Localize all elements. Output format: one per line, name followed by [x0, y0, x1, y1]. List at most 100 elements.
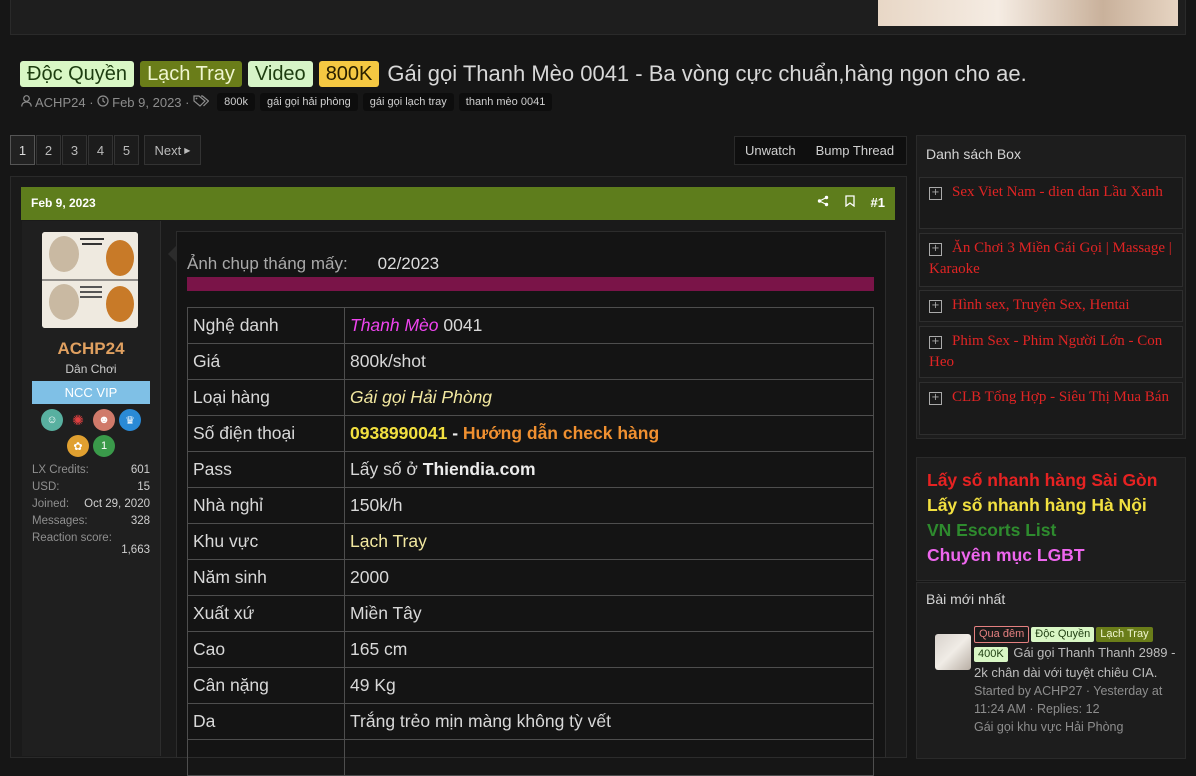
- info-table: Nghệ danh Thanh Mèo 0041 Giá 800k/shot Loạ…: [187, 307, 874, 776]
- label-lach-tray[interactable]: Lạch Tray: [140, 61, 242, 87]
- box-list-widget: Danh sách Box + Sex Viet Nam - dien dan L…: [916, 135, 1186, 439]
- avatar[interactable]: [42, 232, 138, 328]
- page-3[interactable]: 3: [62, 135, 87, 165]
- bump-thread-button[interactable]: Bump Thread: [806, 143, 905, 158]
- thread-date[interactable]: Feb 9, 2023: [112, 95, 181, 110]
- chevron-right-icon: ▶: [184, 145, 191, 155]
- user-block: ACHP24 Dân Chơi NCC VIP ☺ ✺ ☻ ♛ ✿ 1 LX C…: [22, 221, 161, 756]
- expand-icon[interactable]: +: [929, 392, 942, 405]
- table-row: Số điện thoại 0938990041 - Hướng dẫn chec…: [187, 415, 874, 452]
- label-doc-quyen[interactable]: Độc Quyền: [20, 61, 135, 87]
- photo-question: Ảnh chụp tháng mấy:: [187, 254, 348, 273]
- box-item[interactable]: + CLB Tổng Hợp - Siêu Thị Mua Bán: [919, 382, 1183, 435]
- pagination: 1 2 3 4 5 Next ▶: [10, 135, 202, 165]
- user-title: Dân Chơi: [65, 362, 117, 376]
- expand-icon[interactable]: +: [929, 187, 942, 200]
- link-hanoi[interactable]: Lấy số nhanh hàng Hà Nội: [927, 495, 1147, 516]
- page-2[interactable]: 2: [36, 135, 61, 165]
- expand-icon[interactable]: +: [929, 300, 942, 313]
- table-row: Giá 800k/shot: [187, 343, 874, 380]
- expand-icon[interactable]: +: [929, 243, 942, 256]
- new-post-item: Qua đêm Độc Quyền Lạch Tray 400K Gái gọi T…: [974, 623, 1179, 736]
- link-saigon[interactable]: Lấy số nhanh hàng Sài Gòn: [927, 470, 1157, 491]
- trophy-icon[interactable]: ☻: [93, 409, 115, 431]
- post-number[interactable]: #1: [871, 195, 885, 210]
- table-row: Cao 165 cm: [187, 631, 874, 668]
- username[interactable]: ACHP24: [22, 339, 160, 359]
- tag[interactable]: 800k: [217, 93, 255, 111]
- new-posts-widget: Bài mới nhất Qua đêm Độc Quyền Lạch Tray 4…: [916, 582, 1186, 759]
- table-row: Nghệ danh Thanh Mèo 0041: [187, 307, 874, 344]
- widget-title: Danh sách Box: [926, 146, 1021, 162]
- divider-bar: [187, 277, 874, 291]
- banner-image[interactable]: [878, 0, 1178, 26]
- user-stats: LX Credits: 601 USD: 15 Joined: Oct 29, 202…: [32, 464, 150, 556]
- label-price[interactable]: 800K: [318, 61, 380, 87]
- clock-icon: [97, 94, 109, 110]
- thread-meta: ACHP24 · Feb 9, 2023 · 800k gái gọi hải …: [20, 93, 553, 111]
- check-guide-link[interactable]: Hướng dẫn check hàng: [463, 423, 659, 443]
- box-item[interactable]: + Sex Viet Nam - dien dan Lầu Xanh: [919, 177, 1183, 229]
- next-label: Next: [154, 142, 182, 158]
- post-date[interactable]: Feb 9, 2023: [31, 196, 96, 210]
- expand-icon[interactable]: +: [929, 336, 942, 349]
- table-row: Da Trắng trẻo mịn màng không tỳ vết: [187, 703, 874, 740]
- trophy-icon[interactable]: 1: [93, 435, 115, 457]
- trophy-icon[interactable]: ✿: [67, 435, 89, 457]
- quick-links-widget: Lấy số nhanh hàng Sài Gòn Lấy số nhanh h…: [916, 457, 1186, 581]
- box-item[interactable]: + Phim Sex - Phim Người Lớn - Con Heo: [919, 326, 1183, 378]
- tag[interactable]: thanh mèo 0041: [458, 93, 553, 111]
- site-link[interactable]: Thiendia.com: [423, 459, 536, 479]
- table-row: [187, 739, 874, 776]
- vip-badge: NCC VIP: [32, 381, 150, 404]
- thread-author[interactable]: ACHP24: [35, 95, 86, 110]
- tag[interactable]: gái gọi hải phòng: [259, 93, 358, 111]
- trophy-icon[interactable]: ✺: [67, 409, 89, 431]
- link-escorts[interactable]: VN Escorts List: [927, 520, 1056, 541]
- photo-date-row: Ảnh chụp tháng mấy: 02/2023: [187, 254, 439, 274]
- table-row: Pass Lấy số ở Thiendia.com: [187, 451, 874, 488]
- label-video[interactable]: Video: [247, 61, 313, 87]
- tags-icon: [193, 94, 210, 110]
- user-icon: [20, 94, 32, 110]
- top-bar: [10, 0, 1186, 35]
- thread-title: Gái gọi Thanh Mèo 0041 - Ba vòng cực chu…: [387, 61, 1027, 86]
- label-doc-quyen[interactable]: Độc Quyền: [1031, 627, 1095, 642]
- stat-row: Reaction score: 1,663: [32, 532, 150, 556]
- trophies: ☺ ✺ ☻ ♛ ✿ 1: [36, 409, 146, 457]
- message-body: Ảnh chụp tháng mấy: 02/2023 Nghệ danh Tha…: [168, 231, 886, 776]
- table-row: Cân nặng 49 Kg: [187, 667, 874, 704]
- page-4[interactable]: 4: [88, 135, 113, 165]
- bookmark-icon[interactable]: [844, 195, 855, 210]
- table-row: Khu vực Lạch Tray: [187, 523, 874, 560]
- new-post-meta: Started by ACHP27 · Yesterday at 11:24 A…: [974, 684, 1163, 716]
- photo-answer: 02/2023: [377, 254, 440, 273]
- stat-row: Messages: 328: [32, 515, 150, 527]
- post-header: Feb 9, 2023 #1: [21, 187, 895, 220]
- phone-number[interactable]: 0938990041: [350, 423, 447, 443]
- page-1[interactable]: 1: [10, 135, 35, 165]
- post-thumbnail[interactable]: [935, 634, 971, 670]
- trophy-icon[interactable]: ♛: [119, 409, 141, 431]
- table-row: Loại hàng Gái gọi Hải Phòng: [187, 379, 874, 416]
- widget-title: Bài mới nhất: [926, 591, 1006, 607]
- link-lgbt[interactable]: Chuyên mục LGBT: [927, 545, 1085, 566]
- label-price[interactable]: 400K: [974, 647, 1008, 662]
- stat-row: LX Credits: 601: [32, 464, 150, 476]
- page-5[interactable]: 5: [114, 135, 139, 165]
- new-post-forum[interactable]: Gái gọi khu vực Hải Phòng: [974, 718, 1179, 736]
- thread-actions: Unwatch Bump Thread: [734, 136, 907, 165]
- label-qua-dem[interactable]: Qua đêm: [974, 626, 1030, 643]
- box-item[interactable]: + Hình sex, Truyện Sex, Hentai: [919, 290, 1183, 322]
- box-item[interactable]: + Ăn Chơi 3 Miền Gái Gọi | Massage | Kara…: [919, 233, 1183, 287]
- share-icon[interactable]: [817, 195, 829, 210]
- table-row: Xuất xứ Miền Tây: [187, 595, 874, 632]
- tag[interactable]: gái gọi lạch tray: [362, 93, 454, 111]
- trophy-icon[interactable]: ☺: [41, 409, 63, 431]
- label-lach-tray[interactable]: Lạch Tray: [1096, 627, 1153, 642]
- table-row: Nhà nghỉ 150k/h: [187, 487, 874, 524]
- unwatch-button[interactable]: Unwatch: [735, 143, 806, 158]
- next-page-button[interactable]: Next ▶: [144, 135, 201, 165]
- stat-row: Joined: Oct 29, 2020: [32, 498, 150, 510]
- stat-row: USD: 15: [32, 481, 150, 493]
